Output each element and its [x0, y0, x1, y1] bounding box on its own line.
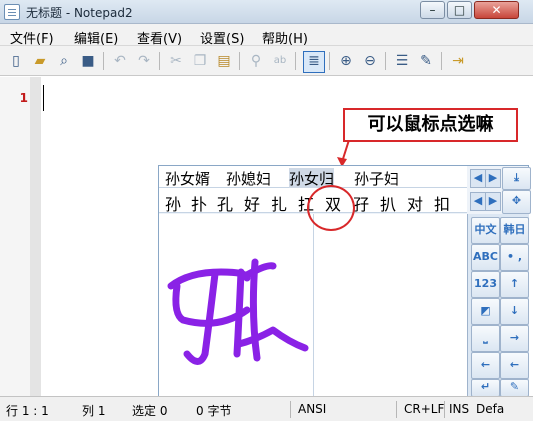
- chinese-mode-button[interactable]: 中文: [471, 217, 500, 244]
- redo-icon[interactable]: ↷: [134, 51, 154, 71]
- annotation-callout: 可以鼠标点选嘛: [343, 108, 518, 142]
- menu-edit[interactable]: 编辑(E): [74, 28, 118, 47]
- maximize-button[interactable]: □: [447, 1, 472, 19]
- browse-icon[interactable]: ⌕: [54, 51, 74, 71]
- status-bar: 行 1 : 1 列 1 选定 0 0 字节 ANSI CR+LF INS Def…: [0, 396, 533, 421]
- status-separator: [396, 401, 397, 418]
- arrow-right-icon[interactable]: →: [500, 325, 529, 352]
- candidate-phrase[interactable]: 孙子妇: [354, 168, 399, 189]
- status-encoding[interactable]: ANSI: [298, 402, 326, 416]
- zoom-out-icon[interactable]: ⊖: [360, 51, 380, 71]
- candidate-phrase[interactable]: 孙媳妇: [226, 168, 271, 189]
- notepad-app-icon: [4, 4, 20, 20]
- open-folder-icon[interactable]: ▰: [30, 51, 50, 71]
- cut-icon[interactable]: ✂: [166, 51, 186, 71]
- candidate-char[interactable]: 对: [407, 191, 423, 215]
- candidate-char[interactable]: 好: [244, 191, 260, 215]
- close-button[interactable]: ✕: [474, 1, 519, 19]
- toolbar-separator: [103, 52, 104, 70]
- menu-view[interactable]: 查看(V): [137, 28, 182, 47]
- korean-japanese-mode-button[interactable]: 韩日: [500, 217, 529, 244]
- menu-help[interactable]: 帮助(H): [262, 28, 308, 47]
- candidate-char[interactable]: 孖: [353, 191, 369, 215]
- phrase-candidate-row: 孙女婿 孙媳妇 孙女归 孙子妇: [159, 166, 467, 189]
- toolbar-separator: [159, 52, 160, 70]
- enter-icon[interactable]: ↵: [471, 379, 500, 397]
- number-mode-button[interactable]: 123: [471, 271, 500, 298]
- next-candidates-icon[interactable]: ▶: [485, 192, 501, 211]
- status-line-ending[interactable]: CR+LF: [404, 402, 444, 416]
- backspace-icon[interactable]: ←: [500, 352, 529, 379]
- menu-file[interactable]: 文件(F): [10, 28, 54, 47]
- customize-icon[interactable]: ✎: [416, 51, 436, 71]
- status-insert-mode: INS: [449, 402, 470, 416]
- paste-icon[interactable]: ▤: [214, 51, 234, 71]
- handwriting-stroke: [167, 258, 309, 365]
- eraser-icon[interactable]: ◩: [471, 298, 500, 325]
- prev-page-icon[interactable]: ◀: [470, 169, 486, 188]
- annotation-circle: [307, 185, 355, 231]
- find-icon[interactable]: ⚲: [246, 51, 266, 71]
- status-selection: 选定 0: [132, 404, 168, 418]
- arrow-left-icon[interactable]: ←: [471, 352, 500, 379]
- pen-icon[interactable]: ✎: [500, 379, 529, 397]
- toolbar-separator: [385, 52, 386, 70]
- status-bytes: 0 字节: [196, 404, 232, 418]
- candidate-phrase[interactable]: 孙女婿: [165, 168, 210, 189]
- minimize-button[interactable]: –: [420, 1, 445, 19]
- toolbar: ▯ ▰ ⌕ ■ ↶ ↷ ✂ ❐ ▤ ⚲ ab ≣ ⊕ ⊖ ☰ ✎ ⇥: [0, 46, 533, 76]
- window-title: 无标题 - Notepad2: [26, 6, 133, 20]
- punctuation-mode-button[interactable]: • ,: [500, 244, 529, 271]
- space-icon[interactable]: ⎵: [471, 325, 500, 352]
- candidate-char[interactable]: 扒: [380, 191, 396, 215]
- candidate-char[interactable]: 孔: [217, 191, 233, 215]
- exit-icon[interactable]: ⇥: [448, 51, 468, 71]
- selection-margin[interactable]: [30, 77, 41, 396]
- candidate-char[interactable]: 扣: [434, 191, 450, 215]
- candidate-char[interactable]: 扎: [271, 191, 287, 215]
- title-bar: 无标题 - Notepad2 – □ ✕: [0, 0, 533, 24]
- toolbar-separator: [329, 52, 330, 70]
- status-separator: [290, 401, 291, 418]
- english-mode-button[interactable]: ABC: [471, 244, 500, 271]
- save-icon[interactable]: ■: [78, 51, 98, 71]
- status-separator: [444, 401, 445, 418]
- annotation-arrow: [337, 140, 350, 167]
- toolbar-separator: [295, 52, 296, 70]
- download-icon[interactable]: ⤓: [502, 167, 531, 190]
- candidate-char[interactable]: 扑: [191, 191, 207, 215]
- new-file-icon[interactable]: ▯: [6, 51, 26, 71]
- scheme-icon[interactable]: ☰: [392, 51, 412, 71]
- arrow-down-icon[interactable]: ↓: [500, 298, 529, 325]
- candidate-char[interactable]: 孙: [165, 191, 181, 215]
- toolbar-separator: [239, 52, 240, 70]
- zoom-in-icon[interactable]: ⊕: [336, 51, 356, 71]
- copy-icon[interactable]: ❐: [190, 51, 210, 71]
- line-number-gutter: 1: [0, 77, 30, 396]
- toolbar-separator: [441, 52, 442, 70]
- next-page-icon[interactable]: ▶: [485, 169, 501, 188]
- handwriting-canvas[interactable]: [159, 214, 467, 396]
- status-position: 行 1 : 1: [6, 404, 49, 418]
- word-wrap-icon[interactable]: ≣: [303, 51, 325, 73]
- menu-settings[interactable]: 设置(S): [200, 28, 244, 47]
- status-column: 列 1: [82, 404, 106, 418]
- line-number: 1: [19, 91, 28, 105]
- text-caret: [43, 85, 44, 111]
- replace-icon[interactable]: ab: [270, 51, 290, 71]
- ime-button-panel: 中文 韩日 ABC • , 123 ↑ ◩ ↓ ⎵ → ← ← ↵ ✎: [467, 214, 529, 397]
- undo-icon[interactable]: ↶: [110, 51, 130, 71]
- move-panel-icon[interactable]: ✥: [502, 190, 531, 214]
- status-scheme[interactable]: Defa: [476, 402, 504, 416]
- menu-bar: 文件(F) 编辑(E) 查看(V) 设置(S) 帮助(H): [0, 24, 533, 47]
- arrow-up-icon[interactable]: ↑: [500, 271, 529, 298]
- prev-candidates-icon[interactable]: ◀: [470, 192, 486, 211]
